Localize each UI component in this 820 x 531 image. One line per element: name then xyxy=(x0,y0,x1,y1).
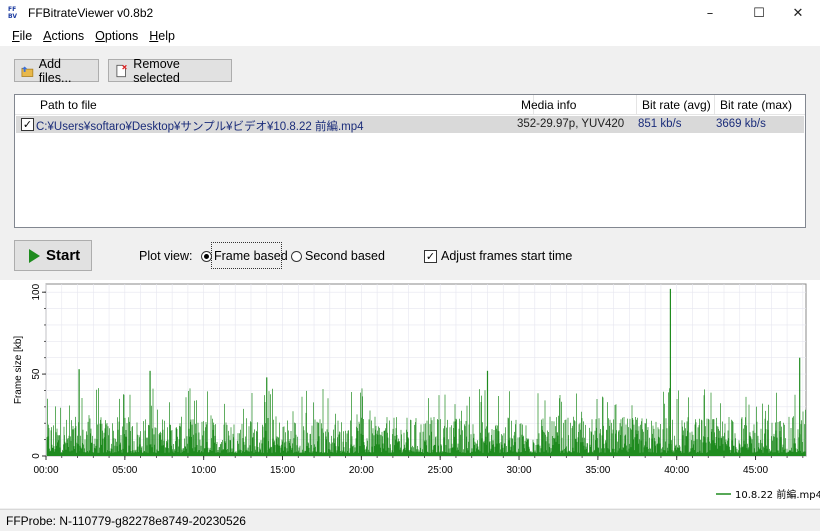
remove-selected-button[interactable]: Remove selected xyxy=(108,56,232,85)
file-bitrate-avg: 851 kb/s xyxy=(638,118,682,130)
title-bar: FF BV FFBitrateViewer v0.8b2 – ☐ ✕ xyxy=(0,0,820,26)
y-tick-label: 100 xyxy=(31,283,42,300)
menu-help[interactable]: Help xyxy=(143,26,180,46)
x-tick-label: 40:00 xyxy=(664,465,689,476)
play-icon xyxy=(29,248,40,263)
remove-file-icon xyxy=(116,64,127,77)
second-based-radio[interactable] xyxy=(291,251,302,262)
minimize-button[interactable]: – xyxy=(688,0,732,26)
file-list[interactable]: Path to file Media info Bit rate (avg) B… xyxy=(14,94,806,228)
column-bitrate-max[interactable]: Bit rate (max) xyxy=(715,95,803,115)
column-path[interactable]: Path to file xyxy=(35,95,534,115)
file-path: C:¥Users¥softaro¥Desktop¥サンプル¥ビデオ¥10.8.2… xyxy=(36,121,364,133)
add-files-label: Add files... xyxy=(38,56,72,85)
x-tick-label: 15:00 xyxy=(270,465,295,476)
bitrate-chart[interactable]: 00:00 05:00 10:00 15:00 20:00 25:00 30:00 35:00… xyxy=(0,280,820,508)
bitrate-chart-svg: 00:00 05:00 10:00 15:00 20:00 25:00 30:00 35:00… xyxy=(13,283,820,501)
maximize-button[interactable]: ☐ xyxy=(737,0,781,26)
file-row-checkbox[interactable]: ✓ xyxy=(21,118,34,131)
x-tick-label: 10:00 xyxy=(191,465,216,476)
start-label: Start xyxy=(46,247,81,264)
frame-based-label[interactable]: Frame based xyxy=(214,249,288,263)
file-bitrate-max: 3669 kb/s xyxy=(716,118,766,130)
y-tick-label: 50 xyxy=(31,368,42,380)
x-tick-label: 30:00 xyxy=(507,465,532,476)
y-axis-label: Frame size [kb] xyxy=(13,336,24,405)
add-files-button[interactable]: Add files... xyxy=(14,56,99,85)
add-files-icon xyxy=(21,65,34,77)
plot-frame xyxy=(45,283,807,457)
menu-options[interactable]: Options xyxy=(89,26,143,46)
column-media-info[interactable]: Media info xyxy=(516,95,637,115)
frame-based-radio[interactable] xyxy=(201,251,212,262)
close-button[interactable]: ✕ xyxy=(776,0,820,26)
x-tick-label: 20:00 xyxy=(349,465,374,476)
remove-selected-label: Remove selected xyxy=(133,56,180,85)
menu-actions[interactable]: Actions xyxy=(37,26,89,46)
x-tick-label: 45:00 xyxy=(743,465,768,476)
app-logo-icon: FF BV xyxy=(8,6,17,20)
status-bar: FFProbe: N-110779-g82278e8749-20230526 xyxy=(0,509,820,531)
adjust-start-checkbox[interactable]: ✓ xyxy=(424,250,437,263)
menu-bar: File Actions Options Help xyxy=(0,26,820,46)
x-tick-label: 35:00 xyxy=(585,465,610,476)
file-row[interactable]: ✓ C:¥Users¥softaro¥Desktop¥サンプル¥ビデオ¥10.8… xyxy=(16,116,804,133)
window-title: FFBitrateViewer v0.8b2 xyxy=(28,6,154,20)
file-media-info: 352-29.97p, YUV420 xyxy=(517,118,625,130)
plot-view-label: Plot view: xyxy=(139,249,193,263)
menu-file[interactable]: File xyxy=(6,26,37,46)
y-tick-label: 0 xyxy=(31,453,42,459)
x-tick-label: 05:00 xyxy=(112,465,137,476)
second-based-label[interactable]: Second based xyxy=(305,249,385,263)
x-tick-label: 00:00 xyxy=(33,465,58,476)
column-bitrate-avg[interactable]: Bit rate (avg) xyxy=(637,95,715,115)
file-list-header: Path to file Media info Bit rate (avg) B… xyxy=(15,95,805,115)
x-tick-label: 25:00 xyxy=(428,465,453,476)
status-text: FFProbe: N-110779-g82278e8749-20230526 xyxy=(6,514,246,528)
start-button[interactable]: Start xyxy=(14,240,92,271)
legend-label: 10.8.22 前編.mp4 xyxy=(735,488,820,501)
adjust-start-label[interactable]: Adjust frames start time xyxy=(441,249,572,263)
